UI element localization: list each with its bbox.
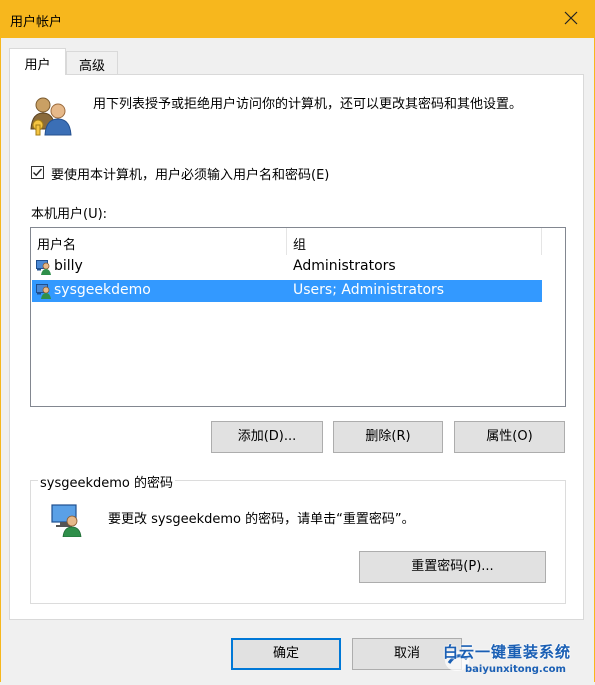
checkmark-icon xyxy=(33,168,43,177)
ok-button[interactable]: 确定 xyxy=(231,638,341,670)
users-list-label: 本机用户(U): xyxy=(31,207,108,222)
window-border-left xyxy=(0,38,1,682)
properties-button[interactable]: 属性(O) xyxy=(454,421,565,453)
add-user-button[interactable]: 添加(D)... xyxy=(211,421,323,453)
user-name: sysgeekdemo xyxy=(54,282,151,298)
column-header-username[interactable]: 用户名 xyxy=(31,228,287,255)
password-instructions: 要更改 sysgeekdemo 的密码，请单击“重置密码”。 xyxy=(108,512,415,527)
user-name: billy xyxy=(54,258,83,274)
password-groupbox xyxy=(30,480,566,604)
close-icon[interactable] xyxy=(561,8,581,28)
list-header: 用户名 组 xyxy=(31,228,565,255)
password-group-title: sysgeekdemo 的密码 xyxy=(38,472,176,491)
list-row-sysgeekdemo-selected[interactable]: sysgeekdemo Users; Administrators xyxy=(32,280,542,302)
remove-user-button[interactable]: 删除(R) xyxy=(333,421,443,453)
tab-advanced[interactable]: 高级 xyxy=(66,51,118,75)
monitor-user-icon xyxy=(50,503,84,538)
column-header-group[interactable]: 组 xyxy=(287,228,542,255)
users-icon xyxy=(29,95,73,137)
tab-users[interactable]: 用户 xyxy=(9,48,66,75)
require-login-label[interactable]: 要使用本计算机，用户必须输入用户名和密码(E) xyxy=(51,164,329,183)
user-group: Administrators xyxy=(293,258,396,274)
reset-password-button[interactable]: 重置密码(P)... xyxy=(359,551,546,583)
user-group: Users; Administrators xyxy=(293,282,445,298)
require-login-checkbox[interactable] xyxy=(31,166,44,179)
list-row-billy[interactable]: billy Administrators xyxy=(32,256,542,278)
intro-text: 用下列表授予或拒绝用户访问你的计算机，还可以更改其密码和其他设置。 xyxy=(93,97,523,112)
users-list[interactable]: 用户名 组 billy Administrators sysgeekdemo U… xyxy=(30,227,566,407)
user-icon xyxy=(36,283,52,299)
window-title: 用户帐户 xyxy=(10,15,63,30)
watermark-text-en: baiyunxitong.com xyxy=(465,664,566,675)
title-bar: 用户帐户 xyxy=(0,0,595,38)
user-icon xyxy=(36,259,52,275)
watermark-text-cn: 白云一键重装系统 xyxy=(443,643,572,661)
